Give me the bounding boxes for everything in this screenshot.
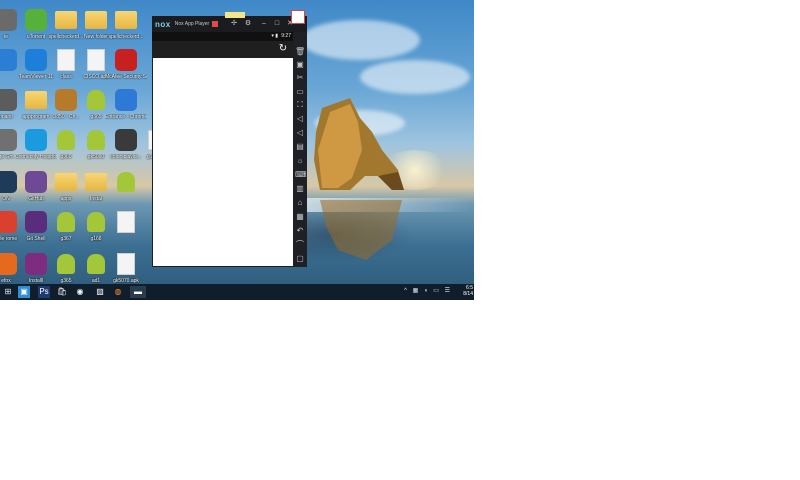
- taskbar-clock[interactable]: 6:5 8/14: [453, 285, 473, 297]
- app-icon[interactable]: [0, 4, 22, 36]
- desktop-icon-label: McAfee Security Sc...: [105, 74, 147, 80]
- firefox-icon[interactable]: ◍: [112, 286, 124, 298]
- shake-icon[interactable]: ▥: [295, 184, 305, 194]
- sticky-note-thumbnail[interactable]: [225, 12, 245, 18]
- nox-side-toolbar: ••• 🗑 ▣ ✂ ▭ ⛶ ◁ ◁ ▤ ☼ ⌨ ▥ ⌂ ▦ ↶ ⌒ ▢: [293, 19, 307, 267]
- document-icon[interactable]: [110, 206, 142, 238]
- entrance-icon[interactable]: [110, 84, 142, 116]
- system-tray[interactable]: ^ ▦ ◖ ▭ ☰: [404, 287, 452, 294]
- nox-notification-badge[interactable]: [212, 21, 219, 27]
- folder-icon[interactable]: [80, 4, 112, 36]
- start-icon[interactable]: ⊞: [2, 286, 14, 298]
- apk-icon[interactable]: ▤: [295, 142, 305, 152]
- fullscreen-icon[interactable]: ⛶: [295, 100, 305, 110]
- back-icon[interactable]: ↶: [295, 226, 305, 236]
- android-icon[interactable]: [80, 124, 112, 156]
- chrome-icon[interactable]: ◉: [74, 286, 86, 298]
- android-icon[interactable]: [80, 84, 112, 116]
- wifi-signal-icon: ▾ ▮: [271, 33, 278, 39]
- github-icon[interactable]: [20, 166, 52, 198]
- desktop-icon-label: Entrance - Chrome: [105, 114, 147, 120]
- nox-titlebar[interactable]: nox Nox App Player ✢ ⚙ – □ ✕: [152, 16, 307, 32]
- photoshop-icon[interactable]: Ps: [38, 286, 50, 298]
- maximize-icon[interactable]: □: [273, 19, 281, 28]
- desktop: te uTorrent spellcheckerd... New folder spel…: [0, 0, 474, 300]
- chrome-icon[interactable]: [0, 206, 22, 238]
- android-icon[interactable]: [80, 248, 112, 280]
- clock-date: 8/14: [463, 291, 473, 297]
- android-screen[interactable]: [153, 58, 293, 266]
- trash-icon[interactable]: 🗑: [295, 47, 305, 57]
- android-icon[interactable]: [50, 206, 82, 238]
- teamviewer-icon[interactable]: [20, 44, 52, 76]
- app-icon[interactable]: [0, 44, 22, 76]
- macro-icon[interactable]: ▦: [295, 212, 305, 222]
- volume-up-icon[interactable]: ◁: [295, 114, 305, 124]
- android-status-bar: ▾ ▮ 9:27: [152, 32, 293, 41]
- desktop-icon-label: spellcheckerd...: [108, 34, 144, 40]
- scissors-icon[interactable]: ✂: [295, 73, 305, 83]
- minimize-icon[interactable]: –: [260, 19, 268, 28]
- connectify-icon[interactable]: [20, 124, 52, 156]
- volume-down-icon[interactable]: ◁: [295, 128, 305, 138]
- folder-icon[interactable]: [20, 84, 52, 116]
- terminal-icon[interactable]: [20, 206, 52, 238]
- app-icon[interactable]: [50, 84, 82, 116]
- winrar-icon[interactable]: [20, 248, 52, 280]
- screenshot-icon[interactable]: ▣: [295, 60, 305, 70]
- utorrent-icon[interactable]: [20, 4, 52, 36]
- mcafee-icon[interactable]: [110, 44, 142, 76]
- app-icon[interactable]: [0, 166, 22, 198]
- android-icon[interactable]: [80, 206, 112, 238]
- location-icon[interactable]: ⌂: [295, 198, 305, 208]
- brightness-icon[interactable]: ☼: [295, 156, 305, 166]
- pdf-icon[interactable]: [291, 10, 305, 24]
- nox-logo: nox: [155, 19, 171, 29]
- settings-icon[interactable]: ⚙: [244, 19, 252, 28]
- refresh-icon[interactable]: ↻: [277, 43, 289, 55]
- app-icon[interactable]: [0, 84, 22, 116]
- folder-icon[interactable]: [80, 166, 112, 198]
- taskbar: ⊞ ▣ Ps 🛍 ◉ ▨ ◍ ▬ ^ ▦ ◖ ▭ ☰ 6:5 8/14: [0, 284, 474, 300]
- keyboard-icon[interactable]: ⌨: [295, 170, 307, 180]
- home-icon[interactable]: ⌒: [295, 240, 305, 250]
- firefox-icon[interactable]: [0, 248, 22, 280]
- color-icon[interactable]: [110, 124, 142, 156]
- recent-apps-icon[interactable]: ▢: [295, 254, 305, 264]
- pin-icon[interactable]: ✢: [230, 19, 238, 28]
- app-bar: ↻: [152, 41, 293, 58]
- android-icon[interactable]: [50, 248, 82, 280]
- app-icon[interactable]: [0, 124, 22, 156]
- android-icon[interactable]: [110, 166, 142, 198]
- status-time: 9:27: [281, 33, 291, 39]
- document-icon[interactable]: [50, 44, 82, 76]
- store-icon[interactable]: 🛍: [56, 286, 68, 298]
- document-icon[interactable]: [110, 248, 142, 280]
- document-icon[interactable]: [80, 44, 112, 76]
- android-icon[interactable]: [50, 124, 82, 156]
- folder-icon[interactable]: [50, 4, 82, 36]
- photo-icon[interactable]: ▨: [94, 286, 106, 298]
- nox-window-title: Nox App Player: [174, 21, 210, 27]
- nox-taskbar-icon[interactable]: ▬: [130, 286, 146, 298]
- nox-window[interactable]: nox Nox App Player ✢ ⚙ – □ ✕ ▾ ▮ 9:27 ↻ …: [152, 16, 307, 267]
- folder-icon[interactable]: [110, 4, 142, 36]
- screen-icon[interactable]: ▭: [295, 87, 305, 97]
- task-view-icon[interactable]: ▣: [18, 286, 30, 298]
- folder-icon[interactable]: [50, 166, 82, 198]
